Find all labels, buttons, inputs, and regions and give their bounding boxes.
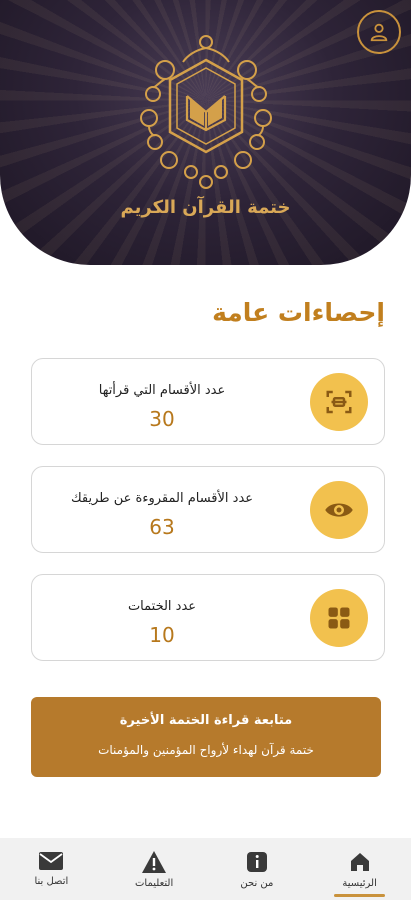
profile-button[interactable] [357, 10, 401, 54]
nav-item-instructions[interactable]: التعليمات [103, 838, 206, 900]
stat-card-read-by-you[interactable]: عدد الأقسام المقروءة عن طريقك 63 [31, 466, 385, 553]
nav-item-about[interactable]: من نحن [206, 838, 309, 900]
nav-item-contact[interactable]: اتصل بنا [0, 838, 103, 900]
stat-card-khatmas[interactable]: عدد الختمات 10 [31, 574, 385, 661]
continue-reading-title: متابعة قراءة الختمة الأخيرة [119, 713, 293, 728]
stat-label: عدد الأقسام المقروءة عن طريقك [70, 491, 254, 506]
user-icon [370, 23, 388, 42]
quran-emblem-icon [140, 35, 272, 189]
stat-value: 63 [149, 515, 175, 539]
info-icon [246, 852, 267, 872]
nav-item-home[interactable]: الرئيسية [308, 838, 411, 900]
stat-label: عدد الختمات [127, 599, 197, 614]
header-banner: ختمة القرآن الكريم [0, 0, 411, 265]
stat-value: 30 [149, 407, 175, 431]
continue-reading-button[interactable]: متابعة قراءة الختمة الأخيرة ختمة قرآن له… [31, 697, 381, 777]
stat-value: 10 [149, 623, 175, 647]
nav-label: من نحن [240, 878, 274, 889]
app-title: ختمة القرآن الكريم [120, 197, 291, 218]
stat-icon-circle [310, 589, 368, 647]
eye-icon [325, 503, 353, 517]
nav-label: الرئيسية [342, 878, 377, 889]
stat-icon-circle [310, 373, 368, 431]
stat-icon-circle [310, 481, 368, 539]
home-icon [350, 853, 369, 871]
stat-card-read-sections[interactable]: عدد الأقسام التي قرأتها 30 [31, 358, 385, 445]
nav-label: اتصل بنا [34, 876, 69, 887]
stats-section-title: إحصاءات عامة [212, 298, 385, 327]
warning-icon [142, 851, 167, 873]
bottom-nav: الرئيسية من نحن التعليمات اتصل بنا [0, 838, 411, 900]
stat-label: عدد الأقسام التي قرأتها [98, 383, 226, 398]
mail-icon [39, 852, 64, 870]
continue-reading-subtitle: ختمة قرآن لهداء لأرواح المؤمنين والمؤمنا… [98, 743, 314, 757]
grid-icon [328, 607, 350, 629]
nav-label: التعليمات [135, 878, 174, 889]
scan-icon [326, 390, 352, 414]
